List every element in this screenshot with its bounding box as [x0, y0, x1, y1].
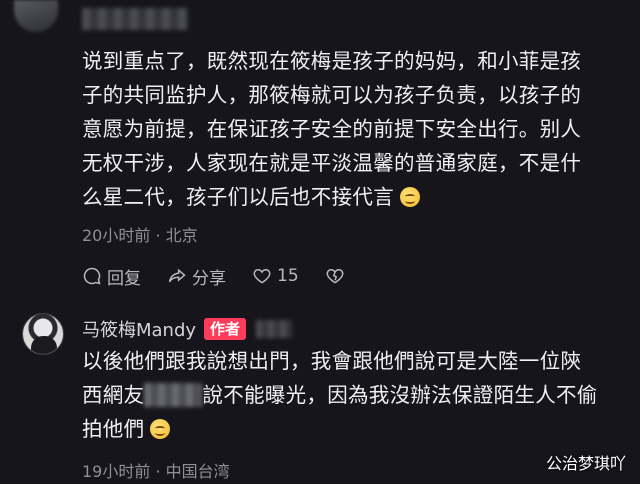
comment-2-line: 拍他們	[82, 412, 630, 446]
comment-1-line: 子的共同监护人，那筱梅就可以为孩子负责，以孩子的	[82, 83, 582, 107]
comment-2-meta: 19小时前 · 中国台湾	[82, 462, 230, 481]
share-icon	[168, 268, 186, 283]
heart-icon	[253, 268, 271, 284]
blurred-avatar-1[interactable]	[14, 0, 58, 32]
comment-2-line-text: 西網友	[82, 383, 145, 407]
reply-button[interactable]: 回复	[82, 264, 141, 289]
comment-2-line: 以後他們跟我說想出門，我會跟他們說可是大陸一位陝	[82, 349, 582, 373]
like-button[interactable]: 15	[252, 266, 299, 286]
comment-2-text: 以後他們跟我說想出門，我會跟他們說可是大陸一位陝 西網友 說不能曝光，因為我沒辦法…	[82, 344, 630, 446]
author-name[interactable]: 马筱梅Mandy	[82, 316, 196, 342]
comment-1-line: 无权干涉，人家现在就是平淡温馨的普通家庭，不是什	[82, 151, 582, 175]
comment-2-line: 西網友 說不能曝光，因為我沒辦法保證陌生人不偷	[82, 378, 630, 412]
share-label: 分享	[192, 268, 226, 289]
blurred-text	[144, 383, 203, 407]
smile-emoji-icon	[150, 419, 171, 439]
comment-2-header: 马筱梅Mandy 作者	[82, 316, 293, 342]
author-badge: 作者	[204, 318, 247, 340]
dislike-icon	[326, 268, 344, 284]
dislike-button[interactable]	[325, 266, 345, 286]
comment-1-line: 意愿为前提，在保证孩子安全的前提下安全出行。别人	[82, 117, 582, 141]
watermark: 公治梦琪吖	[545, 454, 626, 473]
blurred-username-1[interactable]	[82, 8, 188, 30]
reply-icon	[83, 267, 101, 285]
reply-label: 回复	[107, 268, 141, 289]
comment-1-line-text: 么星二代，孩子们以后也不接代言	[82, 185, 394, 209]
comment-1-meta: 20小时前 · 北京	[82, 226, 198, 245]
comment-1-line: 说到重点了，既然现在筱梅是孩子的妈妈，和小菲是孩	[82, 49, 582, 73]
comment-1-line: 么星二代，孩子们以后也不接代言	[82, 180, 622, 214]
blurred-label	[256, 320, 293, 338]
comment-2-line-text: 說不能曝光，因為我沒辦法保證陌生人不偷	[202, 383, 598, 407]
share-button[interactable]: 分享	[167, 264, 226, 289]
comment-2-line-text: 拍他們	[82, 417, 145, 441]
smile-emoji-icon	[400, 187, 420, 207]
comment-1-text: 说到重点了，既然现在筱梅是孩子的妈妈，和小菲是孩 子的共同监护人，那筱梅就可以为…	[82, 44, 622, 214]
like-count: 15	[277, 266, 299, 286]
comment-1-actions: 回复 分享 15	[82, 262, 371, 290]
author-avatar[interactable]	[22, 313, 64, 355]
